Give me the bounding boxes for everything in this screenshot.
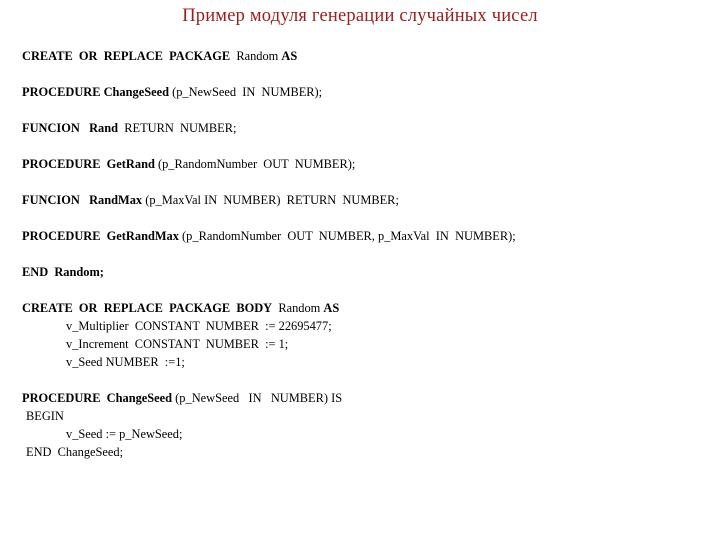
line-funcion-randmax-decl-seg-0: FUNCION RandMax — [22, 193, 143, 207]
line-funcion-randmax-decl: FUNCION RandMax (p_MaxVal IN NUMBER) RET… — [22, 191, 712, 209]
line-funcion-randmax-decl-seg-1: (p_MaxVal IN NUMBER) RETURN NUMBER; — [142, 193, 399, 207]
line-procedure-changeseed-body-seg-0: PROCEDURE ChangeSeed — [22, 391, 173, 405]
line-create-package-body-seg-2: AS — [323, 301, 340, 315]
line-procedure-changeseed-decl-seg-0: PROCEDURE ChangeSeed — [22, 85, 169, 99]
line-procedure-changeseed-decl: PROCEDURE ChangeSeed (p_NewSeed IN NUMBE… — [22, 83, 712, 101]
line-procedure-getrandmax-decl-seg-1: (p_RandomNumber OUT NUMBER, p_MaxVal IN … — [178, 229, 516, 243]
code-block: CREATE OR REPLACE PACKAGE Random AS PROCE… — [22, 47, 712, 461]
line-var-multiplier-seg-0: v_Multiplier CONSTANT NUMBER := 22695477… — [66, 319, 332, 333]
line-create-package-body: CREATE OR REPLACE PACKAGE BODY Random AS — [22, 299, 712, 317]
line-var-seed-seg-0: v_Seed NUMBER :=1; — [66, 355, 185, 369]
line-procedure-getrand-decl-seg-0: PROCEDURE GetRand — [22, 157, 155, 171]
line-assign-seed: v_Seed := p_NewSeed; — [22, 425, 712, 443]
line-procedure-getrand-decl: PROCEDURE GetRand (p_RandomNumber OUT NU… — [22, 155, 712, 173]
line-end-changeseed-seg-0: END ChangeSeed; — [26, 445, 124, 459]
line-funcion-rand-decl-seg-0: FUNCION Rand — [22, 121, 119, 135]
line-create-package-seg-2: AS — [281, 49, 298, 63]
line-end-random: END Random; — [22, 263, 712, 281]
line-begin: BEGIN — [22, 407, 712, 425]
line-create-package-seg-0: CREATE OR REPLACE PACKAGE — [22, 49, 231, 63]
line-end-random-seg-0: END Random; — [22, 265, 104, 279]
line-procedure-getrandmax-decl-seg-0: PROCEDURE GetRandMax — [22, 229, 179, 243]
line-procedure-getrand-decl-seg-1: (p_RandomNumber OUT NUMBER); — [154, 157, 356, 171]
line-procedure-changeseed-body: PROCEDURE ChangeSeed (p_NewSeed IN NUMBE… — [22, 389, 712, 407]
line-procedure-changeseed-body-seg-1: (p_NewSeed IN NUMBER) IS — [172, 391, 343, 405]
line-procedure-changeseed-decl-seg-1: (p_NewSeed IN NUMBER); — [168, 85, 323, 99]
line-create-package: CREATE OR REPLACE PACKAGE Random AS — [22, 47, 712, 65]
line-create-package-seg-1: Random — [230, 49, 282, 63]
line-var-multiplier: v_Multiplier CONSTANT NUMBER := 22695477… — [22, 317, 712, 335]
line-assign-seed-seg-0: v_Seed := p_NewSeed; — [66, 427, 183, 441]
line-funcion-rand-decl-seg-1: RETURN NUMBER; — [118, 121, 237, 135]
line-create-package-body-seg-1: Random — [272, 301, 324, 315]
line-begin-seg-0: BEGIN — [26, 409, 64, 423]
slide-canvas: Пример модуля генерации случайных чисел … — [0, 0, 720, 540]
line-funcion-rand-decl: FUNCION Rand RETURN NUMBER; — [22, 119, 712, 137]
line-var-increment: v_Increment CONSTANT NUMBER := 1; — [22, 335, 712, 353]
line-create-package-body-seg-0: CREATE OR REPLACE PACKAGE BODY — [22, 301, 273, 315]
page-title: Пример модуля генерации случайных чисел — [182, 6, 538, 26]
line-var-increment-seg-0: v_Increment CONSTANT NUMBER := 1; — [66, 337, 289, 351]
line-var-seed: v_Seed NUMBER :=1; — [22, 353, 712, 371]
line-procedure-getrandmax-decl: PROCEDURE GetRandMax (p_RandomNumber OUT… — [22, 227, 712, 245]
line-end-changeseed: END ChangeSeed; — [22, 443, 712, 461]
